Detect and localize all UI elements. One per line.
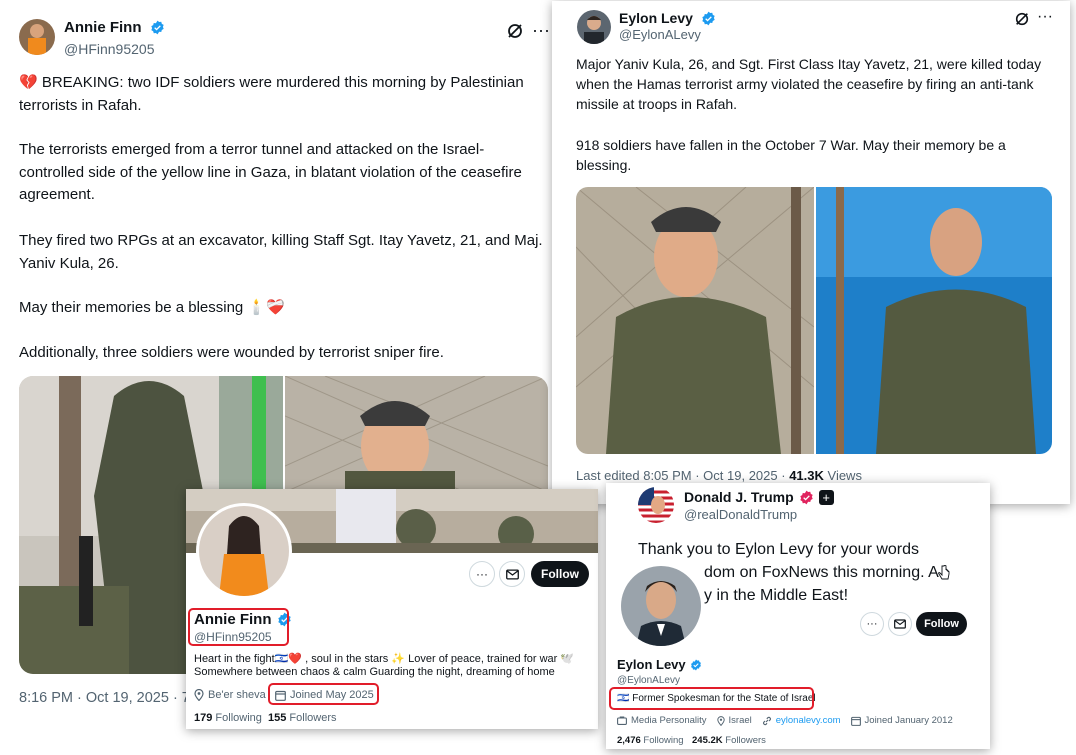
edited-timestamp[interactable]: Last edited 8:05 PM · Oct 19, 2025 ·: [576, 468, 789, 483]
tweet-paragraph-1: 💔 BREAKING: two IDF soldiers were murder…: [19, 74, 524, 114]
location-icon: [716, 715, 725, 726]
profile-location: Be'er sheva: [208, 689, 266, 701]
link-icon: [762, 716, 771, 725]
profile-bio-line-2: Somewhere between chaos & calm Guarding …: [194, 666, 555, 678]
tweet-media-photo-2[interactable]: [285, 376, 548, 492]
tweet-author-handle[interactable]: @EylonALevy: [619, 27, 701, 42]
highlight-box-name: [188, 608, 289, 646]
tweet-line-2: dom on FoxNews this morning. A: [704, 564, 939, 581]
tweet-paragraph-5: Additionally, three soldiers were wounde…: [19, 344, 444, 361]
following-label: Following: [212, 712, 262, 724]
tweet-line-3: y in the Middle East!: [704, 587, 849, 604]
follow-button[interactable]: Follow: [531, 561, 589, 587]
affiliation-badge-icon: +: [818, 489, 834, 505]
tweet-author-name[interactable]: Annie Finn: [64, 19, 142, 36]
tweet-edited-info: Last edited 8:05 PM · Oct 19, 2025 · 41.…: [576, 468, 862, 483]
tweet-author-name[interactable]: Donald J. Trump: [684, 489, 794, 505]
profile-avatar-eylon[interactable]: [618, 563, 704, 649]
more-options-button[interactable]: ···: [469, 561, 495, 587]
followers-stat[interactable]: 155 Followers: [268, 712, 336, 724]
trump-avatar[interactable]: [638, 487, 674, 523]
followers-stat[interactable]: 245.2K Followers: [692, 735, 766, 746]
followers-label: Followers: [722, 735, 766, 746]
verified-badge-icon: [702, 11, 715, 25]
verified-badge-icon: [150, 20, 164, 35]
tweet-timestamp[interactable]: 8:16 PM · Oct 19, 2025 · 77: [19, 690, 198, 706]
following-count: 179: [194, 712, 213, 724]
tweet-paragraph-3: They fired two RPGs at an excavator, kil…: [19, 232, 543, 272]
highlight-box-joined: [268, 683, 379, 705]
tweet-line-1: Thank you to Eylon Levy for your words: [638, 541, 920, 558]
follow-button[interactable]: Follow: [916, 612, 967, 636]
following-label: Following: [640, 735, 684, 746]
more-options-button[interactable]: ···: [860, 612, 884, 636]
tweet-author-handle[interactable]: @realDonaldTrump: [684, 507, 797, 522]
tweet-eylon: Eylon Levy @EylonALevy ··· Major Yaniv K…: [552, 1, 1070, 504]
profile-name: Eylon Levy: [617, 657, 686, 672]
grok-icon[interactable]: [1014, 11, 1030, 27]
mail-icon: [894, 619, 906, 629]
more-icon[interactable]: ···: [1037, 8, 1053, 26]
profile-joined-date: Joined January 2012: [864, 715, 953, 726]
following-count: 2,476: [617, 735, 641, 746]
following-stat[interactable]: 2,476 Following: [617, 735, 684, 746]
profile-location: Israel: [728, 715, 752, 726]
briefcase-icon: [617, 716, 627, 725]
annie-avatar[interactable]: [19, 19, 55, 55]
mail-icon: [505, 568, 519, 580]
eylon-avatar[interactable]: [577, 10, 611, 44]
grok-icon[interactable]: [506, 22, 524, 40]
following-stat[interactable]: 179 Following: [194, 712, 262, 724]
views-count: 41.3K: [789, 468, 824, 483]
tweet-trump: Donald J. Trump + @realDonaldTrump Thank…: [606, 483, 990, 749]
views-label: Views: [823, 468, 862, 483]
profile-avatar[interactable]: [196, 503, 292, 599]
followers-count: 155: [268, 712, 287, 724]
profile-bio-line-1: Heart in the fight🇮🇱❤️ , soul in the sta…: [194, 653, 575, 665]
profile-website-link[interactable]: eylonalevy.com: [776, 715, 841, 726]
calendar-icon: [850, 716, 861, 726]
hand-cursor-icon: [938, 565, 950, 580]
tweet-paragraph-4: May their memories be a blessing 🕯️❤️‍🩹: [19, 299, 285, 316]
profile-card-annie: ··· Follow Annie Finn @HFinn95205 Heart …: [186, 489, 598, 729]
tweet-paragraph-2: 918 soldiers have fallen in the October …: [576, 137, 1006, 173]
profile-category: Media Personality: [631, 715, 707, 726]
message-button[interactable]: [888, 612, 912, 636]
verified-badge-icon: [690, 659, 701, 670]
tweet-media-photo-1[interactable]: [576, 187, 814, 454]
message-button[interactable]: [499, 561, 525, 587]
verified-badge-icon: [800, 490, 813, 504]
tweet-author-handle[interactable]: @HFinn95205: [64, 41, 155, 57]
followers-label: Followers: [286, 712, 337, 724]
location-icon: [194, 689, 204, 701]
tweet-paragraph-1: Major Yaniv Kula, 26, and Sgt. First Cla…: [576, 56, 1042, 112]
tweet-paragraph-2: The terrorists emerged from a terror tun…: [19, 141, 522, 203]
tweet-author-name[interactable]: Eylon Levy: [619, 10, 693, 26]
highlight-box-bio: [609, 687, 814, 710]
tweet-media-photo-2[interactable]: [816, 187, 1052, 454]
profile-handle: @EylonALevy: [617, 675, 680, 686]
followers-count: 245.2K: [692, 735, 723, 746]
more-icon[interactable]: ···: [532, 20, 550, 41]
